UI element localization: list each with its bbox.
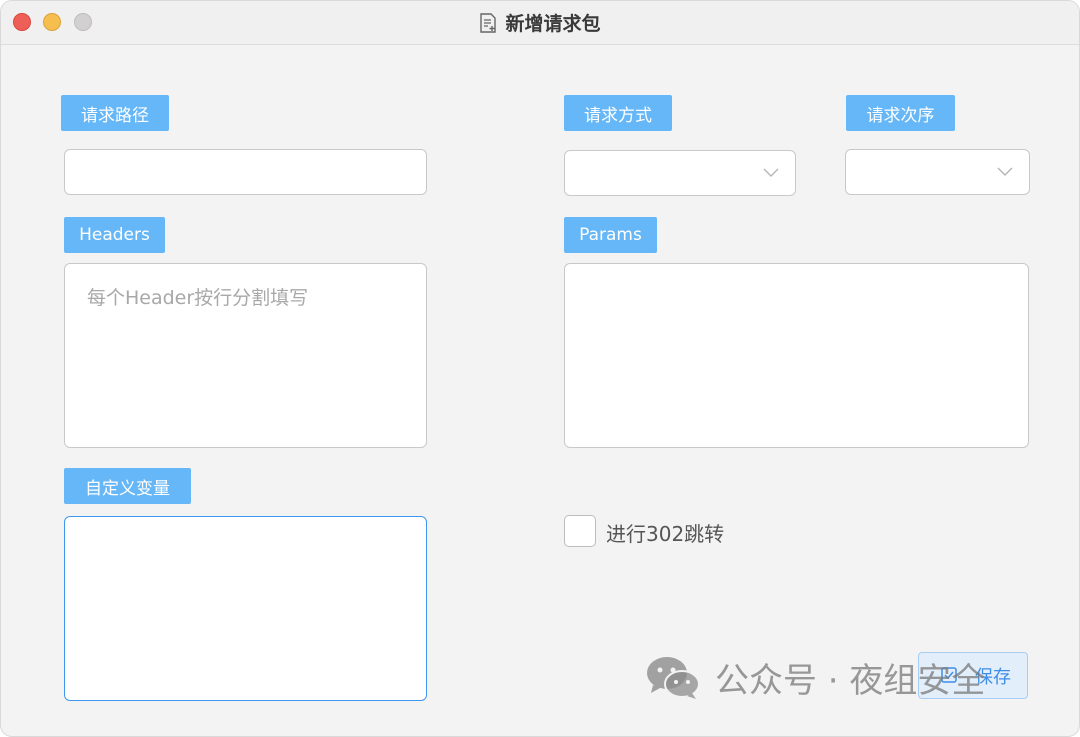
request-path-label: 请求路径 [61,95,169,131]
custom-vars-textarea[interactable] [64,516,427,701]
app-window: 新增请求包 请求路径 请求方式 请求次序 Headers 每个Header按行分… [0,0,1080,737]
window-title-text: 新增请求包 [505,13,601,35]
custom-vars-label: 自定义变量 [64,468,191,504]
request-method-label: 请求方式 [564,95,672,131]
watermark: 公众号 · 夜组安全 [645,653,985,702]
request-order-label: 请求次序 [846,95,955,131]
params-label: Params [564,217,657,253]
headers-label: Headers [64,217,165,253]
request-method-select[interactable] [564,150,796,196]
redirect-checkbox[interactable] [564,515,596,547]
headers-textarea[interactable]: 每个Header按行分割填写 [64,263,427,448]
document-add-icon [480,12,497,33]
watermark-text: 公众号 · 夜组安全 [715,661,986,701]
title-bar: 新增请求包 [1,1,1079,45]
window-title: 新增请求包 [1,1,1079,44]
wechat-icon [647,656,700,699]
request-path-input[interactable] [64,149,427,195]
chevron-down-icon [997,167,1013,176]
headers-placeholder: 每个Header按行分割填写 [87,287,309,309]
params-textarea[interactable] [564,263,1029,448]
request-order-select[interactable] [845,149,1030,195]
chevron-down-icon [763,168,779,177]
redirect-checkbox-label[interactable]: 进行302跳转 [606,518,724,547]
